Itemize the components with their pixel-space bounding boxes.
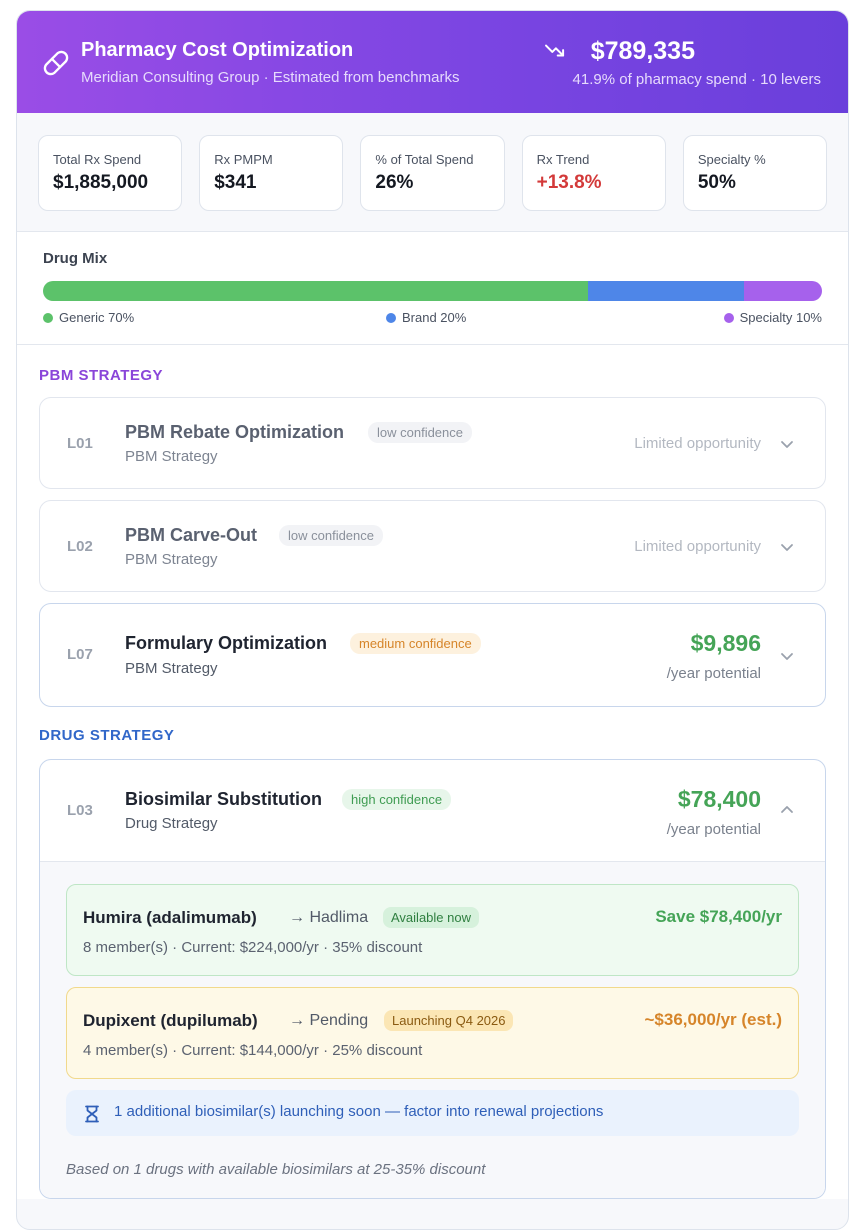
lever-l02[interactable]: L02 PBM Carve-Out low confidence PBM Str… — [39, 500, 826, 592]
stats-row: Total Rx Spend $1,885,000 Rx PMPM $341 %… — [17, 113, 848, 232]
drug-mix-segment-brand — [588, 281, 745, 301]
lever-category: PBM Strategy — [125, 448, 218, 465]
page-subtitle: Meridian Consulting Group · Estimated fr… — [81, 69, 460, 86]
drug-substitute: → Hadlima — [289, 909, 369, 926]
legend-label: Specialty 10% — [739, 310, 822, 325]
section-title-pbm: PBM STRATEGY — [39, 367, 164, 384]
stat-rx-trend: Rx Trend +13.8% — [521, 135, 666, 211]
lever-amount: $78,400 — [677, 786, 761, 812]
lever-amount: $9,896 — [690, 630, 761, 656]
drug-savings: Save $78,400/yr — [655, 907, 782, 926]
drug-substitute: → Pending — [289, 1012, 369, 1029]
chevron-up-icon[interactable] — [780, 803, 794, 817]
confidence-badge: high confidence — [342, 789, 452, 810]
hourglass-icon — [85, 1105, 99, 1123]
legend-dot — [723, 312, 734, 323]
stat-percent-total-spend: % of Total Spend 26% — [360, 135, 505, 211]
drug-mix-title: Drug Mix — [43, 250, 108, 267]
section-pbm-strategy: PBM STRATEGY L01 PBM Rebate Optimization… — [17, 345, 848, 707]
confidence-badge: medium confidence — [350, 633, 481, 654]
lever-status: Limited opportunity — [634, 435, 761, 452]
lever-l03[interactable]: L03 Biosimilar Substitution high confide… — [39, 759, 826, 1199]
stat-total-rx-spend: Total Rx Spend $1,885,000 — [38, 135, 183, 211]
chevron-down-icon[interactable] — [780, 649, 794, 663]
total-savings: $789,335 — [590, 37, 695, 65]
drug-detail: 4 member(s) · Current: $144,000/yr · 25%… — [83, 1042, 423, 1059]
lever-amount-label: /year potential — [666, 821, 761, 838]
legend-label: Brand 20% — [402, 310, 467, 325]
lever-category: PBM Strategy — [125, 551, 218, 568]
stat-value: $1,885,000 — [53, 172, 149, 193]
stat-value: 50% — [697, 172, 736, 193]
pill-icon — [43, 50, 69, 76]
lever-code: L03 — [67, 802, 93, 819]
drug-mix-segment-generic — [43, 281, 589, 301]
drug-mix-bar — [43, 281, 822, 301]
lever-amount-label: /year potential — [666, 665, 761, 682]
legend-dot — [43, 312, 53, 323]
stat-rx-pmpm: Rx PMPM $341 — [199, 135, 344, 211]
lever-category: PBM Strategy — [125, 660, 218, 677]
drug-mix-legend: Generic 70% Brand 20% Specialty 10% — [43, 310, 822, 330]
stat-value: 26% — [375, 172, 414, 193]
stat-label: Rx Trend — [536, 152, 590, 167]
drug-name: Humira (adalimumab) — [83, 908, 257, 927]
lever-name: PBM Rebate Optimization — [125, 422, 345, 442]
lever-code: L07 — [67, 646, 93, 663]
stat-specialty-percent: Specialty % 50% — [682, 135, 828, 211]
legend-item-generic: Generic 70% — [43, 310, 134, 325]
confidence-badge: low confidence — [368, 422, 472, 443]
biosimilar-card-humira: Humira (adalimumab) → Hadlima Available … — [66, 884, 799, 976]
stat-value: $341 — [214, 172, 257, 193]
lever-code: L02 — [67, 538, 93, 555]
chevron-down-icon[interactable] — [780, 437, 794, 451]
drug-name: Dupixent (dupilumab) — [83, 1011, 258, 1030]
lever-l07[interactable]: L07 Formulary Optimization medium confid… — [39, 603, 826, 707]
lever-category: Drug Strategy — [125, 815, 218, 832]
stat-value: +13.8% — [536, 172, 602, 193]
pharmacy-card: Pharmacy Cost Optimization Meridian Cons… — [16, 10, 849, 1230]
lever-name: PBM Carve-Out — [125, 525, 258, 545]
drug-detail: 8 member(s) · Current: $224,000/yr · 35%… — [83, 939, 423, 956]
legend-item-specialty: Specialty 10% — [723, 310, 822, 325]
availability-tag: Launching Q4 2026 — [384, 1010, 514, 1031]
lever-name: Biosimilar Substitution — [125, 789, 323, 809]
total-savings-subtitle: 41.9% of pharmacy spend · 10 levers — [572, 71, 821, 88]
confidence-badge: low confidence — [279, 525, 383, 546]
lever-status: Limited opportunity — [634, 538, 761, 555]
stat-label: Rx PMPM — [214, 152, 273, 167]
availability-tag: Available now — [383, 907, 479, 928]
trending-down-icon — [545, 44, 565, 57]
lever-footnote: Based on 1 drugs with available biosimil… — [66, 1161, 486, 1178]
drug-mix-segment-specialty — [744, 281, 822, 301]
section-title-drug: DRUG STRATEGY — [39, 727, 175, 744]
chevron-down-icon[interactable] — [780, 540, 794, 554]
lever-name: Formulary Optimization — [125, 633, 328, 653]
lever-code: L01 — [67, 435, 93, 452]
header: Pharmacy Cost Optimization Meridian Cons… — [17, 11, 848, 113]
stat-label: Total Rx Spend — [53, 152, 142, 167]
page-title: Pharmacy Cost Optimization — [81, 39, 354, 61]
drug-savings: ~$36,000/yr (est.) — [644, 1010, 782, 1029]
drug-mix: Drug Mix Generic 70% Brand 20% Specialty… — [17, 232, 848, 345]
stat-label: % of Total Spend — [375, 152, 474, 167]
notice-text: 1 additional biosimilar(s) launching soo… — [114, 1103, 604, 1120]
section-drug-strategy: DRUG STRATEGY L03 Biosimilar Substitutio… — [17, 707, 848, 1199]
lever-l03-details: Humira (adalimumab) → Hadlima Available … — [40, 861, 825, 1198]
biosimilar-card-dupixent: Dupixent (dupilumab) → Pending Launching… — [66, 987, 799, 1079]
lever-l03-header[interactable]: L03 Biosimilar Substitution high confide… — [40, 760, 825, 861]
biosimilar-notice: 1 additional biosimilar(s) launching soo… — [66, 1090, 799, 1136]
stat-label: Specialty % — [697, 152, 766, 167]
legend-label: Generic 70% — [59, 310, 135, 325]
lever-l01[interactable]: L01 PBM Rebate Optimization low confiden… — [39, 397, 826, 489]
legend-dot — [386, 312, 396, 323]
legend-item-brand: Brand 20% — [386, 310, 466, 325]
